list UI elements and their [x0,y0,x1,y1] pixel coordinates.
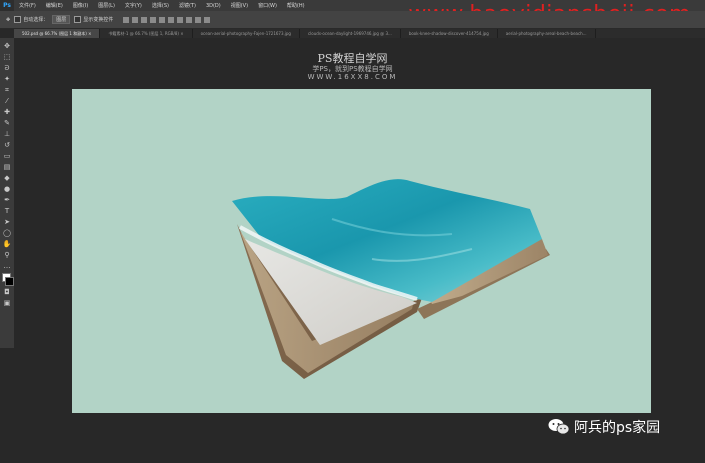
hand-icon[interactable]: ✋ [2,240,12,248]
align-left-icon[interactable] [150,16,157,23]
dodge-icon[interactable]: ● [2,185,12,193]
tab-document-4[interactable]: clouds-ocean-daylight-1969746.jpg @ 3... [300,29,401,38]
show-transform-label: 显示变换控件 [83,17,114,23]
book-ocean-artwork [232,179,550,379]
align-center-icon[interactable] [159,16,166,23]
tab-document-5[interactable]: book-knee-shadow-discover-414754.jpg [401,29,498,38]
menu-help[interactable]: 帮助(H) [282,2,310,9]
document-canvas[interactable] [72,89,651,413]
type-icon[interactable]: T [2,207,12,215]
3d-mode-icon[interactable] [204,16,211,23]
tab-document-3[interactable]: ocean-aerial-photography-Fajen-1721673.j… [193,29,300,38]
pen-icon[interactable]: ✒ [2,196,12,204]
align-top-icon[interactable] [123,16,130,23]
distribute-middle-icon[interactable] [186,16,193,23]
show-transform-option[interactable]: 显示变换控件 [74,16,113,23]
clone-stamp-icon[interactable]: ⊥ [2,130,12,138]
tab-document-2[interactable]: 书籍素材-1 @ 66.7% (图层 1, RGB/8) × [100,29,193,38]
menu-image[interactable]: 图像(I) [68,2,93,9]
healing-brush-icon[interactable]: ✚ [2,108,12,116]
toolbox: ✥ ⬚ ᘐ ✦ ⌗ ⁄ ✚ ✎ ⊥ ↺ ▭ ▤ ◆ ● ✒ T ➤ ◯ ✋ ⚲… ◘ ▣ [0,38,14,348]
wechat-icon [548,419,570,435]
auto-select-checkbox[interactable] [14,16,22,23]
eraser-icon[interactable]: ▭ [2,152,12,160]
history-brush-icon[interactable]: ↺ [2,141,12,149]
eyedropper-icon[interactable]: ⁄ [2,97,12,105]
wechat-watermark: 阿兵的ps家园 [548,417,660,437]
distribute-top-icon[interactable] [177,16,184,23]
menu-filter[interactable]: 滤镜(T) [174,2,201,9]
document-tabs: 502.psd @ 66.7% (图层 1 和副本) × 书籍素材-1 @ 66… [14,29,705,38]
align-middle-icon[interactable] [132,16,139,23]
auto-select-dropdown[interactable]: 图层 [52,15,71,24]
show-transform-checkbox[interactable] [74,16,82,23]
auto-select-label: 自动选择： [23,17,49,23]
move-tool-option-icon[interactable]: ✥ [6,17,10,23]
menu-view[interactable]: 视图(V) [226,2,253,9]
align-buttons [123,16,211,23]
brush-icon[interactable]: ✎ [2,119,12,127]
menu-select[interactable]: 选择(S) [147,2,174,9]
menu-edit[interactable]: 编辑(E) [41,2,68,9]
canvas-site: WWW.16XX8.COM [307,73,398,81]
more-tools-icon[interactable]: … [2,262,12,270]
align-right-icon[interactable] [168,16,175,23]
shape-icon[interactable]: ◯ [2,229,12,237]
menu-type[interactable]: 文字(Y) [120,2,147,9]
distribute-bottom-icon[interactable] [195,16,202,23]
gradient-icon[interactable]: ▤ [2,163,12,171]
tab-document-6[interactable]: aerial-photography-areal-beach-beach... [498,29,596,38]
screen-mode-icon[interactable]: ▣ [2,299,12,307]
blur-icon[interactable]: ◆ [2,174,12,182]
watermark-text: 阿兵的ps家园 [574,420,661,436]
photoshop-logo: Ps [0,0,14,11]
move-icon[interactable]: ✥ [2,42,12,50]
menu-file[interactable]: 文件(F) [14,2,41,9]
menu-window[interactable]: 窗口(W) [253,2,282,9]
menu-layer[interactable]: 图层(L) [93,2,120,9]
align-bottom-icon[interactable] [141,16,148,23]
color-swatches[interactable] [2,273,14,286]
zoom-icon[interactable]: ⚲ [2,251,12,259]
auto-select-option[interactable]: 自动选择： [14,16,48,23]
background-color-swatch[interactable] [5,277,14,286]
tab-document-1[interactable]: 502.psd @ 66.7% (图层 1 和副本) × [14,29,101,38]
path-selection-icon[interactable]: ➤ [2,218,12,226]
quick-mask-icon[interactable]: ◘ [2,288,12,296]
menu-3d[interactable]: 3D(D) [201,3,226,9]
crop-icon[interactable]: ⌗ [2,86,12,94]
options-bar: ✥ 自动选择： 图层 显示变换控件 [0,11,705,29]
